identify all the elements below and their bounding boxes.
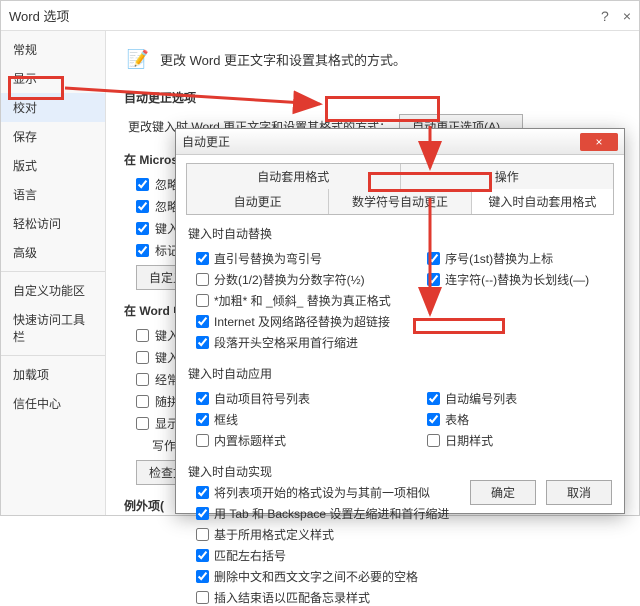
page-heading: 更改 Word 更正文字和设置其格式的方式。 [160,50,406,69]
lbl-p3: 基于所用格式定义样式 [214,526,334,543]
ok-button[interactable]: 确定 [470,480,536,505]
autocorrect-title: 自动更正 [182,133,580,150]
sidebar-item-language[interactable]: 语言 [1,180,105,209]
lbl-heading-styles: 内置标题样式 [214,432,286,449]
ck-fractions[interactable] [196,273,209,286]
sidebar-item-layout[interactable]: 版式 [1,151,105,180]
ck-w2[interactable] [136,351,149,364]
lbl-tables: 表格 [445,411,469,428]
lbl-hyperlinks: Internet 及网络路径替换为超链接 [214,313,390,330]
tab-row-bottom: 自动更正 数学符号自动更正 键入时自动套用格式 [186,189,614,215]
ck-tables[interactable] [427,413,440,426]
lbl-p4: 匹配左右括号 [214,547,286,564]
ck-w4[interactable] [136,395,149,408]
ck-bullets[interactable] [196,392,209,405]
lbl-quotes: 直引号替换为弯引号 [214,250,322,267]
ck-p6[interactable] [196,591,209,604]
tab-autocorrect[interactable]: 自动更正 [187,189,329,214]
ck-w5[interactable] [136,417,149,430]
sidebar-item-trust[interactable]: 信任中心 [1,389,105,418]
lbl-borders: 框线 [214,411,238,428]
sidebar-item-advanced[interactable]: 高级 [1,238,105,267]
lbl-p6: 插入结束语以匹配备忘录样式 [214,589,370,606]
ck-w1[interactable] [136,329,149,342]
ck-dashes[interactable] [427,273,440,286]
sidebar-item-qat[interactable]: 快速访问工具栏 [1,305,105,351]
section-auto-perform: 键入时自动实现 [188,463,614,480]
tab-autoformat-typing[interactable]: 键入时自动套用格式 [472,189,613,214]
group-autocorrect-title: 自动更正选项 [124,89,621,106]
heading-icon: 📝 [124,45,152,73]
lbl-date-style: 日期样式 [445,432,493,449]
ck-heading-styles[interactable] [196,434,209,447]
sidebar-item-access[interactable]: 轻松访问 [1,209,105,238]
lbl-bullets: 自动项目符号列表 [214,390,310,407]
sidebar-item-save[interactable]: 保存 [1,122,105,151]
ck-w3[interactable] [136,373,149,386]
tab-autoformat[interactable]: 自动套用格式 [187,164,401,189]
ck-numbered-lists[interactable] [427,392,440,405]
section-auto-apply: 键入时自动应用 [188,365,614,382]
cancel-button[interactable]: 取消 [546,480,612,505]
sidebar-item-proofing[interactable]: 校对 [1,93,105,122]
autocorrect-close-button[interactable]: × [580,133,618,151]
lbl-p2: 用 Tab 和 Backspace 设置左缩进和首行缩进 [214,505,449,522]
section-auto-replace: 键入时自动替换 [188,225,614,242]
lbl-indent: 段落开头空格采用首行缩进 [214,334,358,351]
sidebar-item-general[interactable]: 常规 [1,35,105,64]
help-icon[interactable]: ? [601,8,609,24]
close-icon[interactable]: × [623,8,631,24]
lbl-numbered-lists: 自动编号列表 [445,390,517,407]
sidebar-item-display[interactable]: 显示 [1,64,105,93]
autocorrect-titlebar: 自动更正 × [176,129,624,155]
tab-row-top: 自动套用格式 操作 [186,163,614,190]
ck-date-style[interactable] [427,434,440,447]
ck-ignore[interactable] [136,200,149,213]
lbl-p5: 删除中文和西文文字之间不必要的空格 [214,568,418,585]
ck-ignoreall[interactable] [136,178,149,191]
ck-p5[interactable] [196,570,209,583]
sidebar: 常规 显示 校对 保存 版式 语言 轻松访问 高级 自定义功能区 快速访问工具栏… [1,31,106,515]
ck-p3[interactable] [196,528,209,541]
ck-indent[interactable] [196,336,209,349]
lbl-p1: 将列表项开始的格式设为与其前一项相似 [214,484,430,501]
titlebar: Word 选项 ? × [1,1,639,31]
lbl-ordinals: 序号(1st)替换为上标 [445,250,553,267]
ck-typein[interactable] [136,222,149,235]
lbl-dashes: 连字符(--)替换为长划线(—) [445,271,589,288]
lbl-fractions: 分数(1/2)替换为分数字符(½) [214,271,365,288]
ck-ordinals[interactable] [427,252,440,265]
ck-p4[interactable] [196,549,209,562]
tab-actions[interactable]: 操作 [401,164,614,189]
autocorrect-dialog: 自动更正 × 自动套用格式 操作 自动更正 数学符号自动更正 键入时自动套用格式… [175,128,625,514]
ck-p2[interactable] [196,507,209,520]
sidebar-item-ribbon[interactable]: 自定义功能区 [1,276,105,305]
ck-bold-italic[interactable] [196,294,209,307]
tab-math-autocorrect[interactable]: 数学符号自动更正 [329,189,471,214]
window-title: Word 选项 [9,6,601,25]
ck-flag[interactable] [136,244,149,257]
sidebar-item-addins[interactable]: 加载项 [1,360,105,389]
ck-quotes[interactable] [196,252,209,265]
lbl-bold-italic: *加粗* 和 _倾斜_ 替换为真正格式 [214,292,391,309]
ck-hyperlinks[interactable] [196,315,209,328]
ck-borders[interactable] [196,413,209,426]
ck-p1[interactable] [196,486,209,499]
